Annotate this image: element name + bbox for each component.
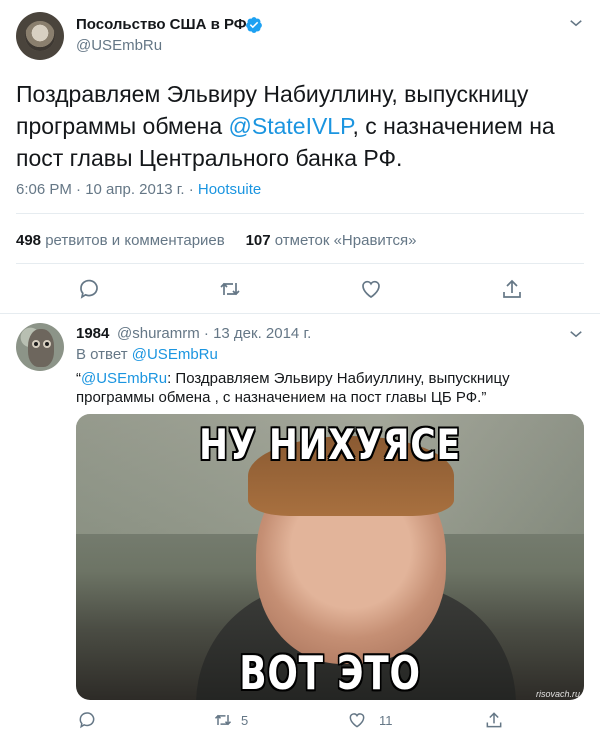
avatar[interactable] <box>16 323 64 371</box>
reply-account-name[interactable]: 1984 <box>76 325 109 342</box>
tweet-meta: 6:06 PM · 10 апр. 2013 г. · Hootsuite <box>16 181 261 198</box>
share-button[interactable] <box>500 277 524 301</box>
divider <box>16 213 584 214</box>
retweets-count: 498 <box>16 232 42 249</box>
reply-button[interactable] <box>77 710 97 730</box>
reply-icon <box>80 279 98 299</box>
likes-count: 107 <box>245 232 271 249</box>
meme-top-caption: НУ НИХУЯСЕ <box>199 420 461 469</box>
avatar[interactable] <box>16 12 64 60</box>
chevron-down-icon[interactable] <box>567 325 585 343</box>
account-name[interactable]: Посольство США в РФ <box>76 16 247 33</box>
tweet-timestamp[interactable]: 6:06 PM · 10 апр. 2013 г. · <box>16 181 198 198</box>
like-button[interactable]: 11 <box>347 710 393 730</box>
share-icon <box>503 279 521 298</box>
like-count: 11 <box>379 712 393 728</box>
share-button[interactable] <box>484 710 504 730</box>
meme-watermark: risovach.ru <box>535 689 580 699</box>
chevron-down-icon[interactable] <box>567 14 585 32</box>
meme-image[interactable]: НУ НИХУЯСЕ ВОТ ЭТО ПОВОРОТ risovach.ru <box>76 414 584 700</box>
likes-label: отметок «Нравится» <box>274 232 417 249</box>
mention-link[interactable]: @StateIVLP <box>229 113 353 139</box>
reply-text: “@USEmbRu: Поздравляем Эльвиру Набиуллин… <box>76 369 586 407</box>
divider <box>16 263 584 264</box>
share-icon <box>486 712 502 728</box>
reply-context: В ответ @USEmbRu <box>76 346 218 363</box>
reply-button[interactable] <box>77 277 101 301</box>
retweet-icon <box>214 714 232 726</box>
retweet-icon <box>220 282 240 296</box>
likes-stat[interactable]: 107 отметок «Нравится» <box>246 232 417 249</box>
like-icon <box>362 280 380 299</box>
retweet-button[interactable]: 5 <box>213 710 248 730</box>
account-handle[interactable]: @USEmbRu <box>76 37 162 54</box>
retweet-button[interactable] <box>218 277 242 301</box>
reply-prefix: В ответ <box>76 346 132 363</box>
reply-icon <box>79 712 95 729</box>
tweet-text: Поздравляем Эльвиру Набиуллину, выпускни… <box>16 78 586 174</box>
like-button[interactable] <box>359 277 383 301</box>
divider <box>0 313 600 314</box>
like-icon <box>349 713 365 728</box>
meme-bottom-caption: ВОТ ЭТО ПОВОРОТ <box>239 646 421 700</box>
reply-handle-date[interactable]: @shuramrm · 13 дек. 2014 г. <box>117 325 311 342</box>
source-link[interactable]: Hootsuite <box>198 181 261 198</box>
retweets-stat[interactable]: 498 ретвитов и комментариев <box>16 232 225 249</box>
tweet-stats: 498 ретвитов и комментариев 107 отметок … <box>16 232 416 249</box>
retweet-count: 5 <box>241 712 249 728</box>
verified-icon <box>246 17 262 33</box>
retweets-label: ретвитов и комментариев <box>45 232 225 249</box>
mention-link[interactable]: @USEmbRu <box>81 370 167 387</box>
mention-link[interactable]: @USEmbRu <box>132 346 218 363</box>
